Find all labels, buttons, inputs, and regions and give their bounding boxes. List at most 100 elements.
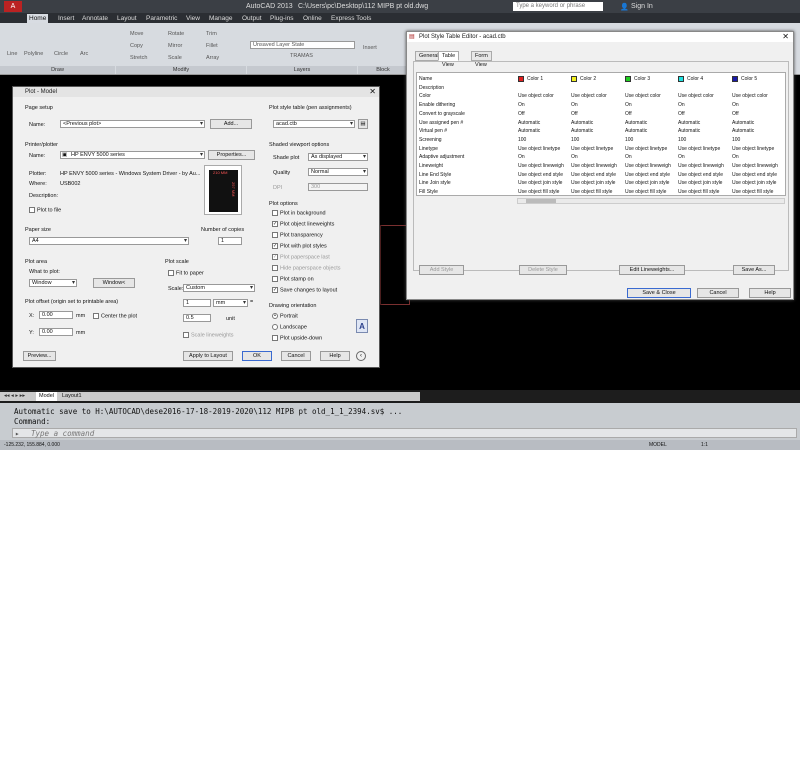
grid-cell[interactable]: 100 <box>678 136 686 144</box>
copy-tool[interactable]: Copy <box>130 43 143 49</box>
grid-cell[interactable]: Use object linetype <box>518 145 560 153</box>
arc-tool[interactable]: Arc <box>80 51 88 57</box>
save-close-button[interactable]: Save & Close <box>627 288 691 298</box>
grid-cell[interactable]: Use object join style <box>625 179 669 187</box>
tab-express-tools[interactable]: Express Tools <box>329 14 373 23</box>
grid-cell[interactable]: Auton <box>785 119 786 127</box>
grid-cell[interactable]: Use object linetype <box>625 145 667 153</box>
grid-cell[interactable]: Use object color <box>625 92 661 100</box>
grid-cell[interactable]: Auton <box>785 127 786 135</box>
tab-model[interactable]: Model <box>36 392 57 401</box>
grid-cell[interactable]: On <box>625 101 632 109</box>
user-icon[interactable]: 👤 <box>620 3 629 11</box>
column-header[interactable] <box>785 75 786 83</box>
grid-cell[interactable]: Use object linetype <box>571 145 613 153</box>
properties-button[interactable]: Properties... <box>208 150 255 160</box>
grid-cell[interactable]: On <box>785 153 786 161</box>
column-header[interactable]: Color 5 <box>732 75 757 83</box>
grid-cell[interactable]: Use object join style <box>518 179 562 187</box>
grid-cell[interactable]: On <box>732 153 739 161</box>
circle-tool[interactable]: Circle <box>54 51 68 57</box>
array-tool[interactable]: Array <box>206 55 219 61</box>
grid-cell[interactable]: Off <box>625 110 632 118</box>
column-header[interactable]: Color 3 <box>625 75 650 83</box>
pst-help-button[interactable]: Help <box>749 288 791 298</box>
grid-cell[interactable]: On <box>518 153 525 161</box>
horizontal-scrollbar[interactable] <box>517 198 785 204</box>
copies-input[interactable]: 1 <box>218 237 242 245</box>
line-tool[interactable]: Line <box>7 51 17 57</box>
ok-button[interactable]: OK <box>242 351 272 361</box>
command-input[interactable]: Type a command <box>31 429 94 438</box>
pst-cancel-button[interactable]: Cancel <box>697 288 739 298</box>
tab-layout1[interactable]: Layout1 <box>62 393 82 399</box>
grid-cell[interactable]: Use object color <box>571 92 607 100</box>
grid-cell[interactable]: On <box>678 101 685 109</box>
rotate-tool[interactable]: Rotate <box>168 31 184 37</box>
scale-numerator-input[interactable]: 1 <box>183 299 211 307</box>
tab-annotate[interactable]: Annotate <box>80 14 110 23</box>
dpi-input[interactable]: 300 <box>308 183 368 191</box>
paper-size-combo[interactable]: A4 <box>29 237 189 245</box>
plot-option-checkbox[interactable]: Plot in background <box>272 210 326 217</box>
upside-down-checkbox[interactable]: Plot upside-down <box>272 335 322 342</box>
grid-cell[interactable]: Use object join style <box>571 179 615 187</box>
plot-option-checkbox[interactable]: ✓ Plot paperspace last <box>272 254 330 261</box>
grid-cell[interactable]: On <box>518 101 525 109</box>
grid-cell[interactable]: Use object end style <box>732 171 777 179</box>
fillet-tool[interactable]: Fillet <box>206 43 218 49</box>
y-offset-input[interactable]: 0.00 <box>39 328 73 336</box>
grid-cell[interactable]: 100 <box>518 136 526 144</box>
grid-cell[interactable]: Off <box>518 110 525 118</box>
plot-option-checkbox[interactable]: ✓ Save changes to layout <box>272 287 337 294</box>
grid-cell[interactable]: Use object fill style <box>625 188 666 195</box>
sign-in-link[interactable]: Sign In <box>631 3 653 10</box>
portrait-radio[interactable]: • Portrait <box>272 313 298 320</box>
panel-block[interactable]: Block <box>358 66 408 74</box>
grid-cell[interactable]: Use ob <box>785 92 786 100</box>
cancel-button[interactable]: Cancel <box>281 351 311 361</box>
grid-cell[interactable]: Use object color <box>678 92 714 100</box>
stretch-tool[interactable]: Stretch <box>130 55 147 61</box>
preview-button[interactable]: Preview... <box>23 351 56 361</box>
grid-cell[interactable]: Use object lineweigh <box>625 162 671 170</box>
what-to-plot-combo[interactable]: Window <box>29 279 77 287</box>
grid-cell[interactable]: Use ob <box>785 188 786 196</box>
scale-lineweights-checkbox[interactable]: Scale lineweights <box>183 332 234 339</box>
add-button[interactable]: Add... <box>210 119 252 129</box>
grid-cell[interactable]: Automatic <box>678 119 700 127</box>
grid-cell[interactable]: Automatic <box>518 127 540 135</box>
grid-cell[interactable]: Off <box>785 110 786 118</box>
panel-layers[interactable]: Layers <box>247 66 357 74</box>
model-toggle[interactable]: MODEL <box>649 442 667 448</box>
plot-option-checkbox[interactable]: ✓ Plot object lineweights <box>272 221 334 228</box>
save-as-button[interactable]: Save As... <box>733 265 775 275</box>
delete-style-button[interactable]: Delete Style <box>519 265 567 275</box>
grid-cell[interactable]: On <box>571 153 578 161</box>
move-tool[interactable]: Move <box>130 31 143 37</box>
grid-cell[interactable]: Off <box>732 110 739 118</box>
grid-cell[interactable]: 100 <box>571 136 579 144</box>
grid-cell[interactable]: Use ob <box>785 179 786 187</box>
panel-draw[interactable]: Draw <box>0 66 115 74</box>
grid-cell[interactable]: Automatic <box>571 127 593 135</box>
column-header[interactable]: Color 1 <box>518 75 543 83</box>
annotation-scale[interactable]: 1:1 <box>701 442 708 448</box>
close-icon[interactable]: ✕ <box>369 87 376 96</box>
layer-current[interactable]: TRAMAS <box>290 53 313 59</box>
pst-close-icon[interactable]: ✕ <box>782 32 789 41</box>
grid-cell[interactable]: On <box>785 101 786 109</box>
scale-unit-combo[interactable]: mm <box>213 299 248 307</box>
grid-cell[interactable]: Use object join style <box>678 179 722 187</box>
edit-pst-icon[interactable]: ▤ <box>358 119 368 129</box>
grid-cell[interactable]: Use object fill style <box>571 188 612 195</box>
grid-cell[interactable]: Use object join style <box>732 179 776 187</box>
window-button[interactable]: Window< <box>93 278 135 288</box>
collapse-icon[interactable]: ‹ <box>356 351 366 361</box>
grid-cell[interactable]: Use object color <box>732 92 768 100</box>
grid-cell[interactable]: Use object lineweigh <box>732 162 778 170</box>
grid-cell[interactable]: Automatic <box>518 119 540 127</box>
tab-manage[interactable]: Manage <box>207 14 235 23</box>
grid-cell[interactable]: 100 <box>732 136 740 144</box>
grid-cell[interactable]: 100 <box>625 136 633 144</box>
